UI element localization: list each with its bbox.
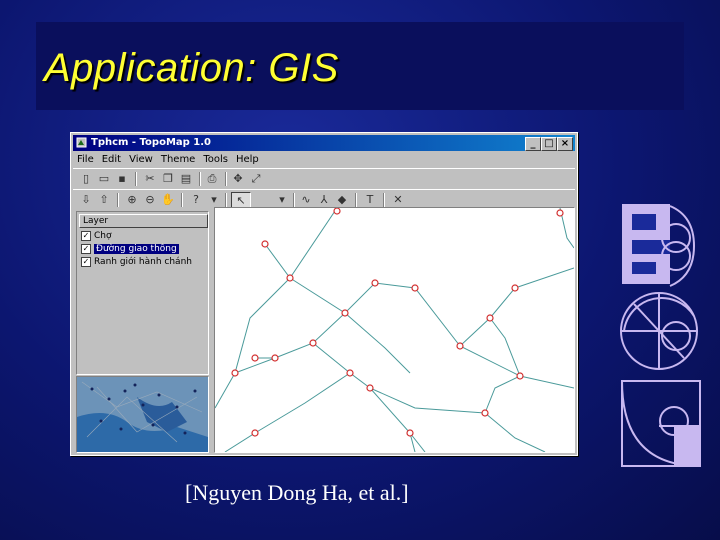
- minimize-button[interactable]: _: [525, 137, 541, 151]
- layer-checkbox[interactable]: ✓: [81, 243, 91, 254]
- new-file-icon[interactable]: ▯: [77, 171, 95, 187]
- layer-checkbox[interactable]: ✓: [81, 230, 91, 241]
- fit-window-icon[interactable]: ⤢: [247, 171, 265, 187]
- zoom-in-icon[interactable]: ⊕: [123, 192, 141, 208]
- layer-label: Đường giao thông: [94, 244, 179, 254]
- menu-edit[interactable]: Edit: [102, 154, 121, 165]
- decorative-logo-icon: [620, 204, 701, 467]
- delete-icon[interactable]: ✕: [389, 192, 407, 208]
- standard-toolbar: ▯ ▭ ▪ ✂ ❐ ▤ ⎙ ✥ ⤢: [73, 168, 575, 189]
- remove-layer-icon[interactable]: ⇧: [95, 192, 113, 208]
- draw-line-icon[interactable]: ∿: [297, 192, 315, 208]
- title-band: Application: GIS: [36, 22, 684, 110]
- copy-icon[interactable]: ❐: [159, 171, 177, 187]
- menu-tools[interactable]: Tools: [203, 154, 228, 165]
- slide-title: Application: GIS: [44, 46, 339, 90]
- menu-view[interactable]: View: [129, 154, 153, 165]
- zoom-extent-icon[interactable]: ✥: [229, 171, 247, 187]
- app-window: Tphcm - TopoMap 1.0 _ □ × File Edit View Th…: [70, 132, 578, 456]
- layer-panel: Layer ✓ Chợ ✓ Đường giao thông ✓ Ranh giới …: [76, 211, 209, 375]
- tool-dropdown-icon[interactable]: [249, 192, 267, 208]
- draw-node-icon[interactable]: ⅄: [315, 192, 333, 208]
- overview-map[interactable]: [76, 376, 209, 453]
- text-tool-icon[interactable]: T: [361, 192, 379, 208]
- menu-bar: File Edit View Theme Tools Help: [73, 152, 575, 168]
- print-icon[interactable]: ⎙: [203, 171, 221, 187]
- help-query-icon[interactable]: ?: [187, 192, 205, 208]
- window-title: Tphcm - TopoMap 1.0: [91, 137, 212, 148]
- menu-file[interactable]: File: [77, 154, 94, 165]
- maximize-button[interactable]: □: [541, 137, 557, 151]
- save-icon[interactable]: ▪: [113, 171, 131, 187]
- draw-dropdown-icon[interactable]: ▾: [273, 192, 291, 208]
- window-titlebar[interactable]: Tphcm - TopoMap 1.0 _ □ ×: [73, 135, 575, 151]
- paste-icon[interactable]: ▤: [177, 171, 195, 187]
- layer-item[interactable]: ✓ Đường giao thông: [81, 243, 179, 255]
- map-canvas[interactable]: [214, 207, 575, 453]
- pan-hand-icon[interactable]: ✋: [159, 192, 177, 208]
- layer-label: Chợ: [94, 231, 112, 241]
- layer-item[interactable]: ✓ Chợ: [81, 230, 112, 242]
- cut-icon[interactable]: ✂: [141, 171, 159, 187]
- add-layer-icon[interactable]: ⇩: [77, 192, 95, 208]
- app-icon: [76, 137, 87, 148]
- menu-help[interactable]: Help: [236, 154, 259, 165]
- panel-splitter[interactable]: [209, 207, 212, 451]
- layer-header[interactable]: Layer: [79, 214, 208, 228]
- draw-point-icon[interactable]: ◆: [333, 192, 351, 208]
- close-button[interactable]: ×: [557, 137, 573, 151]
- zoom-out-icon[interactable]: ⊖: [141, 192, 159, 208]
- open-folder-icon[interactable]: ▭: [95, 171, 113, 187]
- menu-theme[interactable]: Theme: [161, 154, 196, 165]
- layer-item[interactable]: ✓ Ranh giới hành chánh: [81, 256, 192, 268]
- citation-caption: [Nguyen Dong Ha, et al.]: [185, 480, 409, 505]
- layer-checkbox[interactable]: ✓: [81, 256, 91, 267]
- dropdown-icon[interactable]: ▾: [205, 192, 223, 208]
- layer-label: Ranh giới hành chánh: [94, 257, 192, 267]
